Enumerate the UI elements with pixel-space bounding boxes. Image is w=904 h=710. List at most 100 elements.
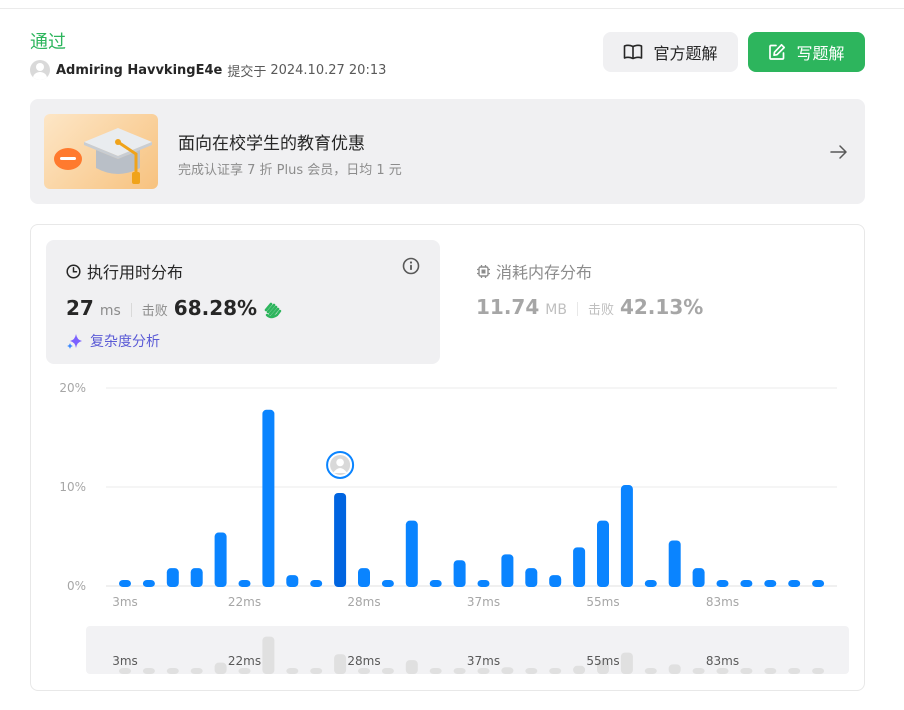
top-divider [0,8,904,9]
chart-bar[interactable] [620,485,633,587]
y-tick-label: 20% [59,381,86,395]
runtime-panel[interactable]: 执行用时分布 27 ms 击败 68.28% 复杂度分析 [46,240,440,364]
runtime-unit: ms [99,303,121,319]
minimap-bar [525,668,538,674]
info-icon[interactable] [402,257,420,275]
minimap-tick-label: 55ms [586,654,619,668]
minimap-bar [549,668,562,674]
minimap-bar [142,668,155,674]
chart-bar[interactable] [668,540,681,587]
minimap-bar [381,668,394,674]
username-link[interactable]: Admiring HavvkingE4e [56,63,222,78]
y-tick-label: 0% [67,579,86,593]
minimap-bar [262,636,275,674]
chart-bar[interactable] [549,575,562,587]
chart-bar[interactable] [119,580,131,587]
chart-bar[interactable] [214,532,227,587]
minimap-tick-label: 83ms [706,654,739,668]
minimap-bar [812,668,825,674]
chart-bar[interactable] [573,547,586,587]
chart-bar[interactable] [358,568,370,587]
chart-bar[interactable] [525,568,538,587]
minimap-bar [740,668,753,674]
official-solution-button[interactable]: 官方题解 [603,32,738,72]
memory-unit: MB [545,302,567,318]
y-tick-label: 10% [59,480,86,494]
edit-icon [769,43,786,60]
user-marker-head [336,458,344,467]
submitted-time: 2024.10.27 20:13 [270,62,387,78]
memory-beat-label: 击败 [587,303,614,318]
x-tick-label: 37ms [467,595,500,609]
minimap-tick-label: 28ms [347,654,380,668]
chart-bar[interactable] [692,568,705,587]
x-tick-label: 83ms [706,595,739,609]
chart-bar[interactable] [405,520,418,587]
chart-bar[interactable] [381,580,394,587]
minimap-bar [214,662,227,674]
chart-bar[interactable] [238,580,251,587]
minimap-bar [764,668,777,674]
memory-title[interactable]: 消耗内存分布 [476,259,592,283]
clock-icon [66,263,81,279]
minimap-bar [716,668,729,674]
chart-bar[interactable] [644,580,657,587]
minimap-bar [238,668,251,674]
chart-bar[interactable] [286,575,299,587]
banner-title: 面向在校学生的教育优惠 [178,134,365,154]
chart-bar[interactable] [190,568,203,587]
chart-bar[interactable] [453,560,466,587]
education-discount-banner[interactable]: 面向在校学生的教育优惠 完成认证享 7 折 Plus 会员，日均 1 元 [30,99,865,204]
stat-divider [576,302,578,316]
x-tick-label: 55ms [586,595,619,609]
chart-bar[interactable] [477,580,490,587]
minimap-bar [501,667,514,674]
memory-title-text: 消耗内存分布 [496,263,593,282]
complexity-analysis-label: 复杂度分析 [90,334,160,350]
minimap-tick-label: 3ms [112,654,138,668]
minimap-bar [405,660,418,674]
user-avatar[interactable] [30,60,50,80]
chart-bar[interactable] [812,580,825,587]
runtime-beat-label: 击败 [141,304,168,319]
complexity-analysis-link[interactable]: 复杂度分析 [66,331,160,351]
chart-bar[interactable] [788,580,801,587]
minimap-bar [788,668,801,674]
chart-bar[interactable] [740,580,753,587]
write-solution-button[interactable]: 写题解 [748,32,865,72]
minimap-bar [620,652,633,674]
chart-bar[interactable] [501,554,514,587]
minimap-bar [166,668,179,674]
performance-card: 0% 10% 20% 3ms 22ms 28ms 37ms 55ms 83ms 3ms 22ms 28… [30,224,865,691]
arrow-right-icon [830,145,847,159]
submitted-label: 提交于 [227,64,267,80]
graduation-cap-illustration [44,114,158,189]
memory-value: 11.74 [476,295,540,319]
minimap-bar [644,668,657,674]
minimap-bar [358,668,370,674]
chart-bar[interactable] [262,409,275,587]
chart-bar[interactable] [310,580,323,587]
stat-divider [130,303,132,317]
x-tick-label: 28ms [347,595,380,609]
chart-bar[interactable] [716,580,729,587]
minimap-bar [453,668,466,674]
chart-bar[interactable] [429,580,442,587]
chart-bar[interactable] [334,492,347,587]
book-icon [624,44,643,60]
minimap-bar [692,668,705,674]
chart-bar[interactable] [764,580,777,587]
runtime-value: 27 [66,296,94,320]
minimap-bar [119,668,131,674]
chart-bar[interactable] [597,520,609,587]
submission-meta: Admiring HavvkingE4e 提交于 2024.10.27 20:1… [30,60,386,80]
minimap-bar [668,664,681,674]
banner-subtitle: 完成认证享 7 折 Plus 会员，日均 1 元 [178,163,402,178]
memory-stats[interactable]: 11.74 MB 击败 42.13% [476,295,703,323]
x-tick-label: 3ms [112,595,138,609]
official-solution-label: 官方题解 [653,44,718,63]
runtime-title: 执行用时分布 [66,259,183,283]
chart-bar[interactable] [166,568,179,587]
chart-bar[interactable] [142,580,155,587]
x-tick-label: 22ms [228,595,261,609]
